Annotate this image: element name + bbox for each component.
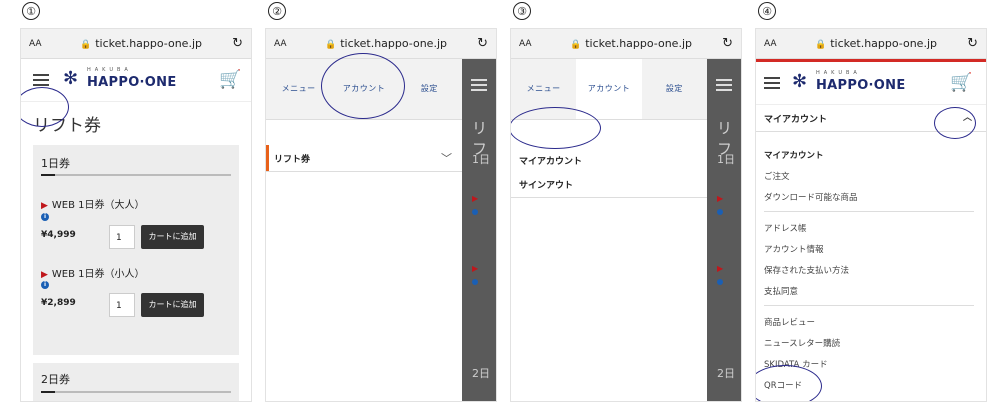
- site-header: ✻ HAKUBA HAPPO·ONE 🛒: [756, 62, 986, 105]
- lock-icon: 🔒: [815, 40, 827, 50]
- my-account-accordion[interactable]: マイアカウント ︿: [756, 103, 986, 132]
- reload-icon[interactable]: ↻: [472, 36, 488, 51]
- tab-settings[interactable]: 設定: [642, 59, 707, 119]
- menu-item-sign-out[interactable]: サインアウト: [511, 171, 707, 198]
- account-link-newsletter[interactable]: ニュースレター購読: [764, 337, 840, 349]
- account-link-account-info[interactable]: アカウント情報: [764, 243, 824, 255]
- snowflake-logo-icon: ✻: [63, 68, 79, 89]
- ticket-price-child: ¥2,899: [41, 298, 76, 308]
- dimmed-page-overlay[interactable]: リフ 1日 ▶ ▶ 2日: [707, 59, 741, 401]
- section-underline: [41, 391, 231, 393]
- hamburger-menu-icon[interactable]: [764, 77, 780, 89]
- tab-menu[interactable]: メニュー: [511, 59, 576, 119]
- dimmed-page-overlay[interactable]: リフ 1日 ▶ ▶ 2日: [462, 59, 496, 401]
- menu-item-my-account[interactable]: マイアカウント: [511, 147, 707, 173]
- slide-menu-drawer: メニュー アカウント 設定 マイアカウント サインアウト: [511, 59, 707, 401]
- url-field[interactable]: 🔒 ticket.happo-one.jp: [55, 37, 227, 50]
- red-triangle-icon: ▶: [472, 264, 479, 273]
- add-to-cart-button-child[interactable]: カートに追加: [141, 293, 204, 317]
- slide-menu-drawer: メニュー アカウント 設定 リフト券 ﹀: [266, 59, 462, 401]
- info-icon: [717, 279, 723, 285]
- site-header: ✻ HAKUBA HAPPO·ONE 🛒: [21, 59, 251, 102]
- step-number-4: ④: [758, 2, 776, 20]
- page-title: リフト券: [33, 116, 101, 136]
- screenshot-panel-4: AA 🔒 ticket.happo-one.jp ↻ ✻ HAKUBA HAPPO…: [755, 28, 987, 402]
- section-heading-1day: 1日券: [41, 157, 70, 170]
- hamburger-menu-icon: [471, 79, 487, 94]
- text-size-button[interactable]: AA: [274, 39, 300, 49]
- add-to-cart-button-adult[interactable]: カートに追加: [141, 225, 204, 249]
- lock-icon: 🔒: [570, 40, 582, 50]
- tab-account[interactable]: アカウント: [576, 59, 642, 119]
- screenshot-panel-2: AA 🔒 ticket.happo-one.jp ↻ メニュー アカウント 設定 …: [265, 28, 497, 402]
- text-size-button[interactable]: AA: [519, 39, 545, 49]
- account-link-saved-payments[interactable]: 保存された支払い方法: [764, 264, 849, 276]
- red-triangle-icon: ▶: [717, 194, 724, 203]
- snowflake-logo-icon: ✻: [792, 71, 808, 92]
- info-icon: [717, 209, 723, 215]
- tab-settings[interactable]: 設定: [397, 59, 462, 119]
- menu-tabs: メニュー アカウント 設定: [511, 59, 707, 120]
- account-link-product-reviews[interactable]: 商品レビュー: [764, 316, 815, 328]
- red-triangle-icon: ▶: [472, 194, 479, 203]
- account-link-qr-code[interactable]: QRコード: [764, 379, 802, 391]
- divider: [764, 305, 974, 306]
- active-indicator: [266, 145, 269, 171]
- menu-item-lift-tickets[interactable]: リフト券 ﹀: [266, 145, 462, 172]
- browser-address-bar: AA 🔒 ticket.happo-one.jp ↻: [266, 29, 496, 59]
- account-link-orders[interactable]: ご注文: [764, 170, 790, 182]
- red-triangle-icon: ▶: [41, 270, 48, 280]
- step-number-2: ②: [268, 2, 286, 20]
- divider: [764, 211, 974, 212]
- info-icon[interactable]: i: [41, 213, 49, 221]
- menu-tabs: メニュー アカウント 設定: [266, 59, 462, 120]
- hamburger-menu-icon: [716, 79, 732, 94]
- account-link-downloads[interactable]: ダウンロード可能な商品: [764, 191, 858, 203]
- quantity-input-adult[interactable]: 1: [109, 225, 135, 249]
- text-size-button[interactable]: AA: [29, 39, 55, 49]
- red-triangle-icon: ▶: [717, 264, 724, 273]
- account-link-address-book[interactable]: アドレス帳: [764, 222, 807, 234]
- account-link-my-account[interactable]: マイアカウント: [764, 149, 824, 161]
- tab-account[interactable]: アカウント: [331, 59, 396, 119]
- screenshot-panel-3: AA 🔒 ticket.happo-one.jp ↻ メニュー アカウント 設定 …: [510, 28, 742, 402]
- ticket-name-adult[interactable]: ▶ WEB 1日券（大人）: [41, 196, 145, 211]
- section-heading-2day: 2日券: [41, 373, 70, 386]
- lock-icon: 🔒: [325, 40, 337, 50]
- red-triangle-icon: ▶: [41, 201, 48, 211]
- url-field[interactable]: 🔒 ticket.happo-one.jp: [300, 37, 472, 50]
- url-field[interactable]: 🔒 ticket.happo-one.jp: [545, 37, 717, 50]
- ticket-name-child[interactable]: ▶ WEB 1日券（小人）: [41, 265, 145, 280]
- account-link-billing-agreements[interactable]: 支払同意: [764, 285, 798, 297]
- step-number-1: ①: [22, 2, 40, 20]
- one-day-ticket-box: [33, 145, 239, 355]
- chevron-down-icon: ﹀: [441, 152, 452, 165]
- reload-icon[interactable]: ↻: [962, 36, 978, 51]
- info-icon: [472, 279, 478, 285]
- info-icon[interactable]: i: [41, 281, 49, 289]
- info-icon: [472, 209, 478, 215]
- quantity-input-child[interactable]: 1: [109, 293, 135, 317]
- browser-address-bar: AA 🔒 ticket.happo-one.jp ↻: [511, 29, 741, 59]
- chevron-up-icon[interactable]: ︿: [963, 110, 972, 123]
- cart-icon[interactable]: 🛒: [219, 69, 241, 90]
- step-number-3: ③: [513, 2, 531, 20]
- browser-address-bar: AA 🔒 ticket.happo-one.jp ↻: [756, 29, 986, 59]
- reload-icon[interactable]: ↻: [227, 36, 243, 51]
- hamburger-menu-icon[interactable]: [33, 74, 49, 86]
- ticket-price-adult: ¥4,999: [41, 230, 76, 240]
- reload-icon[interactable]: ↻: [717, 36, 733, 51]
- url-field[interactable]: 🔒 ticket.happo-one.jp: [790, 37, 962, 50]
- lock-icon: 🔒: [80, 40, 92, 50]
- browser-address-bar: AA 🔒 ticket.happo-one.jp ↻: [21, 29, 251, 59]
- screenshot-panel-1: AA 🔒 ticket.happo-one.jp ↻ ✻ HAKUBA HAPPO…: [20, 28, 252, 402]
- cart-icon[interactable]: 🛒: [950, 72, 972, 93]
- tab-menu[interactable]: メニュー: [266, 59, 331, 119]
- text-size-button[interactable]: AA: [764, 39, 790, 49]
- section-underline: [41, 174, 231, 176]
- account-link-skidata-card[interactable]: SKIDATA カード: [764, 358, 828, 370]
